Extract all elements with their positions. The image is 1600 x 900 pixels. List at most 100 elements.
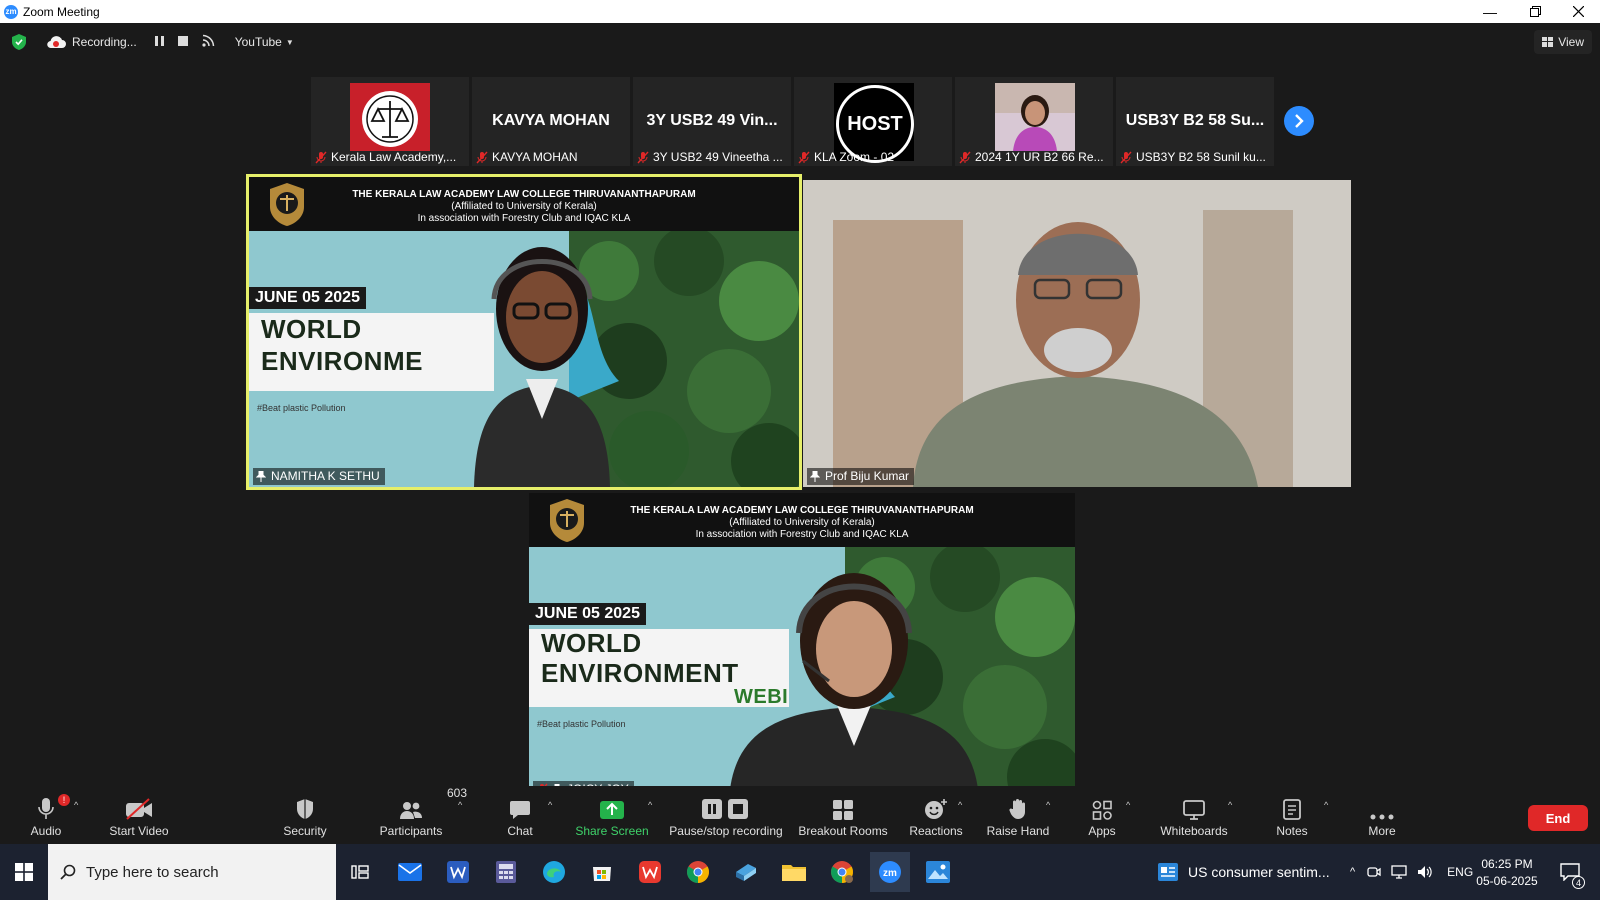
chrome-profile-app[interactable]	[822, 852, 862, 892]
file-explorer-app[interactable]	[774, 852, 814, 892]
participant-thumbnail[interactable]: USB3Y B2 58 Su... USB3Y B2 58 Sunil ku..…	[1116, 77, 1274, 166]
volume-icon[interactable]	[1417, 865, 1433, 879]
raise-hand-button[interactable]: Raise Hand	[986, 786, 1050, 844]
reactions-button[interactable]: Reactions	[908, 786, 964, 844]
input-language[interactable]: ENG	[1447, 865, 1473, 879]
participants-button[interactable]: 603 Participants	[376, 786, 467, 844]
participant-thumbnail[interactable]: 3Y USB2 49 Vin... 3Y USB2 49 Vineetha ..…	[633, 77, 791, 166]
video-tile-active-speaker[interactable]: THE KERALA LAW ACADEMY LAW COLLEGE THIRU…	[246, 174, 802, 490]
live-stream-icon[interactable]	[202, 34, 215, 50]
reactions-options-chevron-icon[interactable]: ^	[958, 800, 962, 810]
participant-strip: Kerala Law Academy,... KAVYA MOHAN KAVYA…	[311, 77, 1274, 166]
start-button[interactable]	[0, 844, 48, 900]
zoom-logo-icon: zm	[4, 4, 18, 19]
pause-recording-label: Pause/stop recording	[669, 824, 783, 838]
close-window-button[interactable]	[1556, 0, 1600, 23]
word-app[interactable]	[438, 852, 478, 892]
calculator-icon	[496, 861, 516, 883]
notes-options-chevron-icon[interactable]: ^	[1324, 800, 1328, 810]
notification-count: 4	[1572, 876, 1585, 889]
notes-button[interactable]: Notes	[1272, 786, 1312, 844]
more-button[interactable]: More	[1362, 786, 1402, 844]
live-stream-target[interactable]: YouTube	[235, 35, 282, 49]
hand-icon	[1009, 799, 1025, 819]
participant-thumbnail[interactable]: KAVYA MOHAN KAVYA MOHAN	[472, 77, 630, 166]
meet-now-icon[interactable]	[1367, 865, 1381, 879]
end-meeting-button[interactable]: End	[1528, 805, 1588, 831]
apps-icon	[1092, 800, 1112, 820]
mail-icon	[398, 863, 422, 881]
stop-recording-icon[interactable]	[177, 35, 188, 49]
chevron-down-icon[interactable]: ▼	[286, 38, 294, 47]
network-icon[interactable]	[1391, 865, 1407, 879]
grid-view-icon	[1542, 37, 1554, 47]
action-center-button[interactable]: 4	[1560, 844, 1585, 900]
mail-app[interactable]	[390, 852, 430, 892]
meeting-controls: ! Audio ^ Start Video Security 603 Parti…	[0, 786, 1600, 844]
participants-count: 603	[447, 786, 468, 800]
audio-button[interactable]: ! Audio	[26, 786, 70, 844]
whiteboards-button[interactable]: Whiteboards	[1156, 786, 1232, 844]
raise-hand-label: Raise Hand	[986, 824, 1050, 838]
chat-icon	[510, 801, 530, 819]
audio-options-chevron-icon[interactable]: ^	[74, 800, 78, 810]
raise-hand-options-chevron-icon[interactable]: ^	[1046, 800, 1050, 810]
security-button[interactable]: Security	[278, 786, 332, 844]
participant-thumbnail[interactable]: HOST KLA Zoom - 02	[794, 77, 952, 166]
participant-thumbnail[interactable]: 2024 1Y UR B2 66 Re...	[955, 77, 1113, 166]
clock[interactable]: 06:25 PM 05-06-2025	[1474, 844, 1540, 900]
whiteboards-options-chevron-icon[interactable]: ^	[1228, 800, 1232, 810]
meeting-top-bar: Recording... YouTube ▼ View	[0, 23, 1600, 61]
task-view-button[interactable]	[340, 852, 380, 892]
taskbar-search[interactable]: Type here to search	[48, 844, 336, 900]
chrome-icon	[831, 861, 853, 883]
zoom-app[interactable]: zm	[870, 852, 910, 892]
next-page-button[interactable]	[1284, 106, 1314, 136]
pause-stop-recording-button[interactable]: Pause/stop recording	[668, 786, 784, 844]
pause-recording-icon[interactable]	[154, 35, 164, 49]
restore-button[interactable]	[1513, 0, 1557, 23]
kerala-law-academy-emblem-icon	[350, 83, 430, 151]
share-screen-icon	[600, 801, 624, 819]
search-placeholder: Type here to search	[86, 863, 219, 881]
zoom-icon: zm	[879, 861, 901, 883]
wps-office-app[interactable]	[630, 852, 670, 892]
start-video-button[interactable]: Start Video	[104, 786, 174, 844]
apps-button[interactable]: Apps	[1082, 786, 1122, 844]
breakout-rooms-button[interactable]: Breakout Rooms	[798, 786, 888, 844]
pause-stop-icon	[702, 799, 748, 819]
slide-header: THE KERALA LAW ACADEMY LAW COLLEGE THIRU…	[529, 493, 1075, 547]
edge-browser-app[interactable]	[534, 852, 574, 892]
chat-button[interactable]: Chat	[500, 786, 540, 844]
apps-options-chevron-icon[interactable]: ^	[1126, 800, 1130, 810]
whiteboards-label: Whiteboards	[1160, 824, 1228, 838]
share-options-chevron-icon[interactable]: ^	[648, 800, 652, 810]
video-tile-participant[interactable]: Prof Biju Kumar	[803, 180, 1351, 487]
slide-header-line2: (Affiliated to University of Kerala)	[729, 517, 875, 528]
slide-title-environment: ENVIRONMENT	[541, 658, 739, 688]
encryption-shield-icon[interactable]	[12, 34, 26, 50]
view-button[interactable]: View	[1534, 30, 1592, 54]
participant-display-name: KAVYA MOHAN	[492, 112, 610, 129]
participants-options-chevron-icon[interactable]: ^	[458, 800, 462, 810]
breakout-rooms-icon	[833, 800, 853, 820]
mic-muted-icon	[1120, 151, 1132, 163]
calculator-app[interactable]	[486, 852, 526, 892]
clock-date: 05-06-2025	[1476, 873, 1538, 888]
college-seal-icon	[550, 499, 584, 542]
photos-app[interactable]	[918, 852, 958, 892]
cloud-recording-icon	[47, 36, 66, 49]
chrome-app[interactable]	[678, 852, 718, 892]
pinned-app[interactable]	[726, 852, 766, 892]
tray-overflow-chevron-icon[interactable]: ^	[1350, 866, 1355, 878]
microphone-icon	[38, 798, 54, 819]
chat-options-chevron-icon[interactable]: ^	[548, 800, 552, 810]
video-tile-participant[interactable]: THE KERALA LAW ACADEMY LAW COLLEGE THIRU…	[529, 493, 1075, 800]
store-app[interactable]	[582, 852, 622, 892]
news-widget[interactable]: US consumer sentim...	[1158, 844, 1330, 900]
participant-thumbnail[interactable]: Kerala Law Academy,...	[311, 77, 469, 166]
slide-title-world: WORLD	[541, 628, 642, 658]
minimize-button[interactable]: —	[1468, 0, 1512, 23]
share-screen-button[interactable]: Share Screen	[575, 786, 649, 844]
notes-icon	[1283, 799, 1301, 820]
